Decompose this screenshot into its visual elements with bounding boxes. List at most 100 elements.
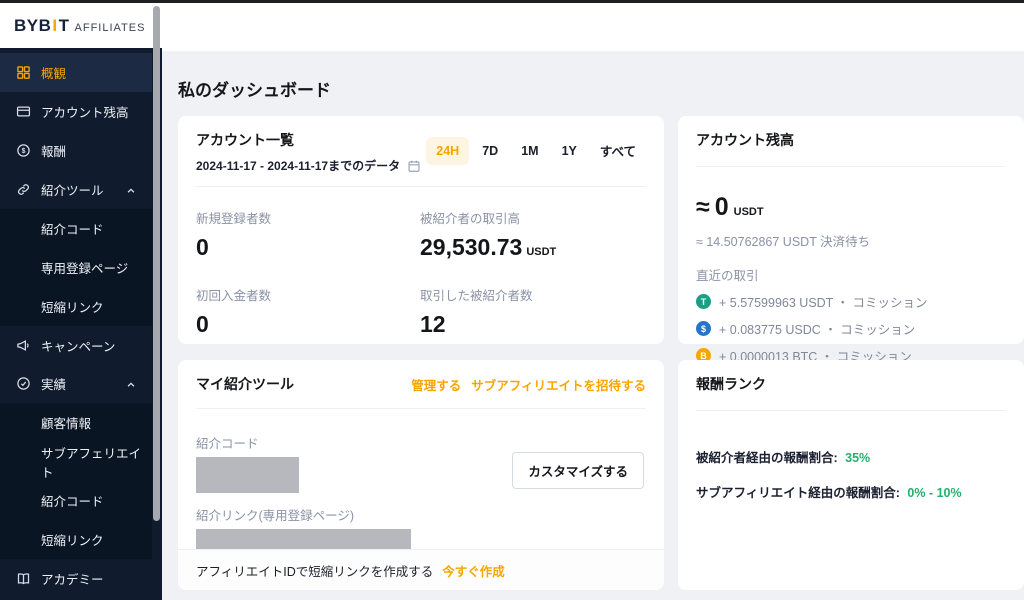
usdt-coin-icon: T xyxy=(696,294,711,309)
logo-separator: I xyxy=(52,15,58,35)
sidebar-item-label: 顧客情報 xyxy=(41,417,92,431)
sidebar-item-label: 概観 xyxy=(41,67,67,81)
sidebar-subitem-referral-code[interactable]: 紹介コード xyxy=(0,209,152,248)
svg-text:$: $ xyxy=(22,148,26,155)
page-title: 私のダッシュボード xyxy=(178,81,331,100)
transaction-text: + 5.57599963 USDT ・ コミッション xyxy=(719,296,928,310)
my-referral-tools-card: マイ紹介ツール 管理する サブアフィリエイトを招待する 紹介コード カスタマイズ… xyxy=(178,360,664,590)
sidebar-subitem-referral-code-2[interactable]: 紹介コード xyxy=(0,481,152,520)
sidebar-item-academy[interactable]: アカデミー xyxy=(0,559,152,598)
top-navbar xyxy=(162,3,1024,51)
balance-value: 0 xyxy=(714,193,729,221)
stat-label: 被紹介者の取引高 xyxy=(420,212,521,226)
sidebar-subitem-customer-info[interactable]: 顧客情報 xyxy=(0,403,152,442)
sidebar-item-label: 紹介コード xyxy=(41,223,104,237)
overview-stats: 新規登録者数 0 被紹介者の取引高 29,530.73 USDT 初回入金者数 0… xyxy=(196,208,646,338)
stat-value: 29,530.73 USDT xyxy=(420,234,557,260)
stat-label: 新規登録者数 xyxy=(196,212,272,226)
manage-link[interactable]: 管理する xyxy=(411,375,461,394)
link-icon xyxy=(16,182,31,197)
stat-first-depositors: 初回入金者数 0 xyxy=(196,285,420,338)
stat-unit: USDT xyxy=(526,246,557,258)
bybit-affiliates-logo: BYB I T AFFILIATES xyxy=(14,16,145,36)
logo-part2: T xyxy=(58,15,70,35)
balance-card-title: アカウント残高 xyxy=(696,132,794,148)
referral-code-label: 紹介コード xyxy=(196,437,259,451)
sidebar: BYB I T AFFILIATES 概観 アカウント残高 $ 報酬 紹介ツール 紹… xyxy=(0,3,152,600)
sidebar-item-campaign[interactable]: キャンペーン xyxy=(0,326,152,365)
logo-suffix: AFFILIATES xyxy=(74,21,146,34)
sidebar-subitem-sub-affiliate[interactable]: サブアフェリエイト xyxy=(0,442,152,481)
transaction-row: T + 5.57599963 USDT ・ コミッション xyxy=(696,292,1006,311)
sidebar-item-label: アカウント残高 xyxy=(41,106,129,120)
sidebar-item-referral-tools[interactable]: 紹介ツール xyxy=(0,170,152,209)
stat-value: 12 xyxy=(420,311,446,337)
sidebar-item-account-balance[interactable]: アカウント残高 xyxy=(0,92,152,131)
reward-rank-card: 報酬ランク 被紹介者経由の報酬割合: 35% サブアフィリエイト経由の報酬割合:… xyxy=(678,360,1024,590)
stat-traded-referees: 取引した被紹介者数 12 xyxy=(420,285,646,338)
approx-symbol: ≈ xyxy=(696,193,710,221)
referral-link-label: 紹介リンク(専用登録ページ) xyxy=(196,509,355,523)
sub-affiliate-commission-row: サブアフィリエイト経由の報酬割合: 0% - 10% xyxy=(696,482,1006,501)
referral-card-title: マイ紹介ツール xyxy=(196,376,294,392)
tab-all[interactable]: すべて xyxy=(590,134,646,167)
sidebar-subitem-registration-page[interactable]: 専用登録ページ xyxy=(0,248,152,287)
sidebar-item-label: サブアフェリエイト xyxy=(41,446,142,480)
pending-settlement-text: ≈ 14.50762867 USDT 決済待ち xyxy=(696,235,871,249)
sidebar-item-label: 専用登録ページ xyxy=(41,262,129,276)
tab-1m[interactable]: 1M xyxy=(511,137,548,165)
scrollbar-thumb[interactable] xyxy=(153,6,160,521)
tab-7d[interactable]: 7D xyxy=(472,137,508,165)
sidebar-item-label: 短縮リンク xyxy=(41,534,104,548)
sidebar-item-overview[interactable]: 概観 xyxy=(0,53,152,92)
sidebar-subitem-short-link-2[interactable]: 短縮リンク xyxy=(0,520,152,559)
sidebar-item-label: 報酬 xyxy=(41,145,67,159)
transaction-text: + 0.083775 USDC ・ コミッション xyxy=(719,323,916,337)
divider xyxy=(196,186,646,187)
rank-card-title: 報酬ランク xyxy=(696,376,766,392)
invite-sub-affiliate-link[interactable]: サブアフィリエイトを招待する xyxy=(471,375,646,394)
sidebar-item-label: 紹介ツール xyxy=(41,184,104,198)
sidebar-item-label: 紹介コード xyxy=(41,495,104,509)
sidebar-item-performance[interactable]: 実績 xyxy=(0,364,152,403)
rank-row-value: 0% - 10% xyxy=(907,486,962,500)
badge-icon xyxy=(16,376,31,391)
referral-code-value-redacted xyxy=(196,457,299,493)
grid-icon xyxy=(16,65,31,80)
calendar-icon[interactable] xyxy=(407,159,421,173)
chevron-up-icon[interactable] xyxy=(126,379,136,389)
logo-area: BYB I T AFFILIATES xyxy=(0,3,152,48)
stat-value: 0 xyxy=(196,311,209,337)
divider xyxy=(196,408,646,409)
rank-row-label: 被紹介者経由の報酬割合: xyxy=(696,451,838,465)
rank-row-value: 35% xyxy=(845,451,871,465)
account-balance-card: アカウント残高 ≈ 0 USDT ≈ 14.50762867 USDT 決済待ち… xyxy=(678,116,1024,364)
divider xyxy=(696,166,1006,167)
dollar-circle-icon: $ xyxy=(16,143,31,158)
short-link-footer-text: アフィリエイトIDで短縮リンクを作成する xyxy=(196,564,434,579)
sidebar-scrollbar xyxy=(152,3,162,600)
recent-transactions-label: 直近の取引 xyxy=(696,269,759,283)
referee-commission-row: 被紹介者経由の報酬割合: 35% xyxy=(696,447,1006,466)
sidebar-item-label: アカデミー xyxy=(41,573,104,587)
stat-value: 0 xyxy=(196,234,209,260)
stat-new-registrants: 新規登録者数 0 xyxy=(196,208,420,261)
tab-24h[interactable]: 24H xyxy=(426,136,470,165)
overview-card-title: アカウント一覧 xyxy=(196,132,294,148)
account-overview-card: アカウント一覧 2024-11-17 - 2024-11-17までのデータ 24… xyxy=(178,116,664,344)
stat-label: 取引した被紹介者数 xyxy=(420,289,533,303)
sidebar-subitem-short-link[interactable]: 短縮リンク xyxy=(0,287,152,326)
short-link-footer: アフィリエイトIDで短縮リンクを作成する 今すぐ作成 xyxy=(178,549,664,590)
customize-button[interactable]: カスタマイズする xyxy=(512,452,644,489)
divider xyxy=(696,410,1006,411)
window-top-edge xyxy=(0,0,1024,3)
chevron-up-icon[interactable] xyxy=(126,185,136,195)
logo-part1: BYB xyxy=(14,15,52,35)
stat-label: 初回入金者数 xyxy=(196,289,272,303)
time-range-tabs: 24H 7D 1M 1Y すべて xyxy=(426,134,646,167)
transaction-row: $ + 0.083775 USDC ・ コミッション xyxy=(696,319,1006,338)
balance-amount: ≈ 0 USDT xyxy=(696,193,1006,222)
tab-1y[interactable]: 1Y xyxy=(552,137,587,165)
sidebar-item-rewards[interactable]: $ 報酬 xyxy=(0,131,152,170)
create-now-link[interactable]: 今すぐ作成 xyxy=(442,561,505,580)
